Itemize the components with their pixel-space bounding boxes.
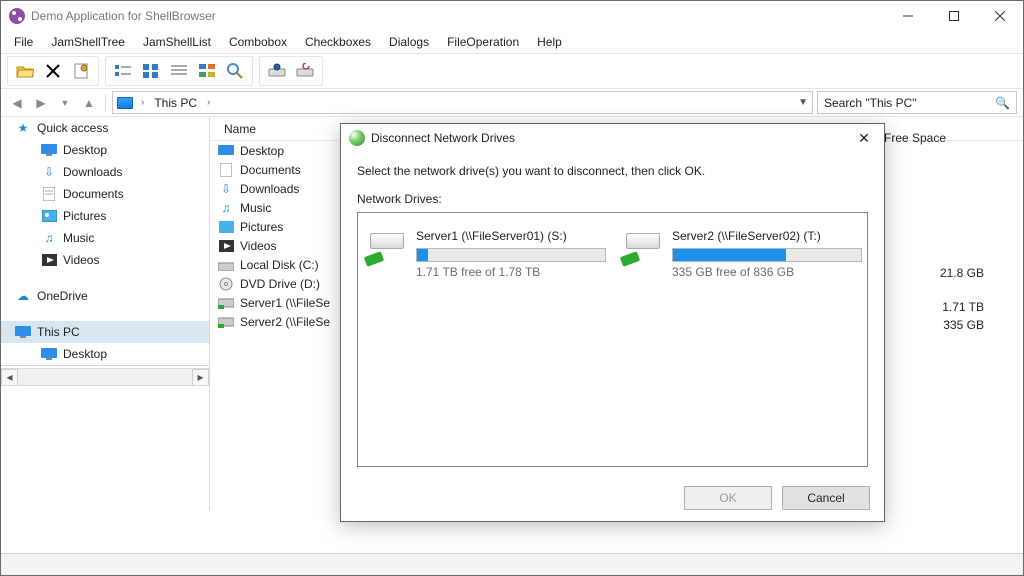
- drive-name: Server2 (\\FileServer02) (T:): [672, 229, 862, 244]
- folder-open-icon[interactable]: [14, 60, 36, 82]
- scroll-right-icon[interactable]: ▸: [192, 369, 209, 386]
- status-bar: [1, 553, 1023, 575]
- view-tiles-icon[interactable]: [196, 60, 218, 82]
- window-title: Demo Application for ShellBrowser: [31, 9, 885, 23]
- music-icon: ♫: [218, 200, 234, 216]
- chevron-down-icon[interactable]: ▼: [798, 97, 808, 108]
- view-small-icon[interactable]: [112, 60, 134, 82]
- menu-fileoperation[interactable]: FileOperation: [440, 32, 526, 52]
- desktop-icon: [41, 142, 57, 158]
- capacity-bar: [672, 248, 862, 262]
- preview-pane: [1, 385, 210, 510]
- stop-icon[interactable]: [42, 60, 64, 82]
- menu-file[interactable]: File: [7, 32, 40, 52]
- ok-button[interactable]: OK: [684, 486, 772, 510]
- dvd-icon: [218, 276, 234, 292]
- network-drive-icon: [218, 314, 234, 330]
- tree-pictures[interactable]: Pictures: [1, 205, 209, 227]
- tree-onedrive[interactable]: ☁OneDrive: [1, 285, 209, 307]
- disconnect-dialog: Disconnect Network Drives ✕ Select the n…: [340, 123, 885, 522]
- tree-pc-desktop[interactable]: Desktop: [1, 343, 209, 365]
- drive-free: 1.71 TB free of 1.78 TB: [416, 265, 606, 279]
- column-free-space[interactable]: Free Space: [884, 131, 946, 145]
- view-detail-icon[interactable]: [168, 60, 190, 82]
- pc-icon: [15, 324, 31, 340]
- tree-desktop[interactable]: Desktop: [1, 139, 209, 161]
- menu-jamshelllist[interactable]: JamShellList: [136, 32, 218, 52]
- tree-quick-access[interactable]: ★Quick access: [1, 117, 209, 139]
- video-icon: [41, 252, 57, 268]
- search-icon: 🔍: [995, 96, 1010, 110]
- drive-item[interactable]: Server1 (\\FileServer01) (S:) 1.71 TB fr…: [370, 229, 606, 279]
- menu-jamshelltree[interactable]: JamShellTree: [44, 32, 132, 52]
- menu-dialogs[interactable]: Dialogs: [382, 32, 436, 52]
- pc-icon: [117, 97, 133, 109]
- nav-dropdown-icon[interactable]: ▼: [55, 93, 75, 113]
- music-icon: ♫: [41, 230, 57, 246]
- free-space-value: 335 GB: [943, 318, 984, 332]
- nav-forward-icon[interactable]: ▶: [31, 93, 51, 113]
- drive-item[interactable]: Server2 (\\FileServer02) (T:) 335 GB fre…: [626, 229, 862, 279]
- tree-music[interactable]: ♫Music: [1, 227, 209, 249]
- picture-icon: [218, 219, 234, 235]
- document-icon: [41, 186, 57, 202]
- chevron-right-icon: ›: [207, 97, 210, 108]
- network-drive-icon: [626, 233, 662, 261]
- capacity-bar: [416, 248, 606, 262]
- drive-refresh-icon[interactable]: [294, 60, 316, 82]
- menubar: File JamShellTree JamShellList Combobox …: [1, 31, 1023, 53]
- dialog-title: Disconnect Network Drives: [371, 131, 515, 145]
- maximize-button[interactable]: [931, 1, 977, 31]
- video-icon: [218, 238, 234, 254]
- tree-this-pc[interactable]: This PC: [1, 321, 209, 343]
- search-placeholder: Search "This PC": [824, 96, 917, 110]
- drive-map-icon[interactable]: [266, 60, 288, 82]
- view-medium-icon[interactable]: [140, 60, 162, 82]
- tree-documents[interactable]: Documents: [1, 183, 209, 205]
- menu-checkboxes[interactable]: Checkboxes: [298, 32, 378, 52]
- menu-help[interactable]: Help: [530, 32, 569, 52]
- nav-back-icon[interactable]: ◀: [7, 93, 27, 113]
- search-icon[interactable]: [224, 60, 246, 82]
- cancel-button[interactable]: Cancel: [782, 486, 870, 510]
- scroll-left-icon[interactable]: ◂: [1, 369, 18, 386]
- address-bar[interactable]: › This PC › ▼: [112, 91, 813, 114]
- drive-list: Server1 (\\FileServer01) (S:) 1.71 TB fr…: [357, 212, 868, 467]
- network-drive-icon: [370, 233, 406, 261]
- dialog-prompt: Select the network drive(s) you want to …: [357, 164, 868, 178]
- breadcrumb-root[interactable]: This PC: [152, 96, 199, 110]
- cloud-icon: ☁: [15, 288, 31, 304]
- drive-name: Server1 (\\FileServer01) (S:): [416, 229, 606, 244]
- free-space-value: 21.8 GB: [940, 266, 984, 280]
- network-globe-icon: [349, 130, 365, 146]
- minimize-button[interactable]: [885, 1, 931, 31]
- download-icon: ⇩: [218, 181, 234, 197]
- chevron-right-icon: ›: [141, 97, 144, 108]
- tree-horizontal-scrollbar[interactable]: ◂ ▸: [1, 368, 209, 385]
- app-icon: [9, 8, 25, 24]
- document-icon: [218, 162, 234, 178]
- drive-icon: [218, 257, 234, 273]
- desktop-icon: [41, 346, 57, 362]
- download-icon: ⇩: [41, 164, 57, 180]
- menu-combobox[interactable]: Combobox: [222, 32, 294, 52]
- network-drive-icon: [218, 295, 234, 311]
- drives-label: Network Drives:: [357, 192, 868, 206]
- tree-videos[interactable]: Videos: [1, 249, 209, 271]
- settings-page-icon[interactable]: [70, 60, 92, 82]
- tree-downloads[interactable]: ⇩Downloads: [1, 161, 209, 183]
- free-space-value: 1.71 TB: [942, 300, 984, 314]
- drive-free: 335 GB free of 836 GB: [672, 265, 862, 279]
- nav-up-icon[interactable]: ▲: [79, 93, 99, 113]
- search-input[interactable]: Search "This PC" 🔍: [817, 91, 1017, 114]
- star-icon: ★: [15, 120, 31, 136]
- desktop-icon: [218, 143, 234, 159]
- close-button[interactable]: [977, 1, 1023, 31]
- dialog-close-button[interactable]: ✕: [852, 128, 876, 148]
- picture-icon: [41, 208, 57, 224]
